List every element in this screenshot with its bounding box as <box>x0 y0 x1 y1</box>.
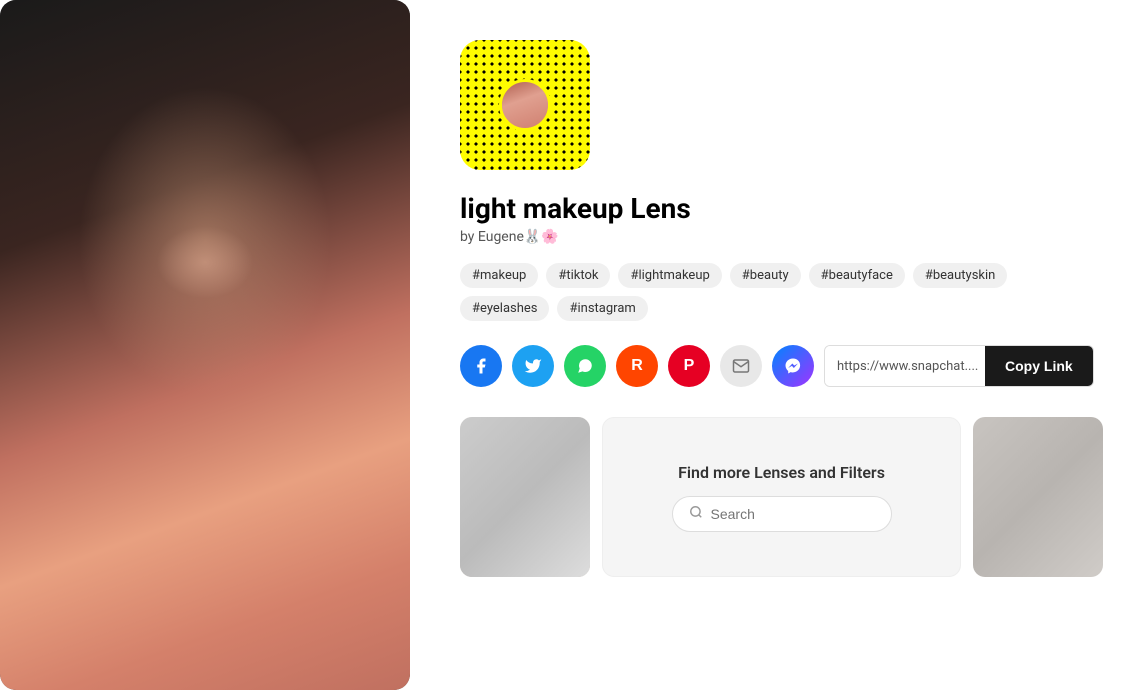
pinterest-icon: P <box>684 357 695 375</box>
tag-beautyskin[interactable]: #beautyskin <box>913 263 1007 288</box>
email-icon <box>732 357 750 375</box>
facebook-icon <box>472 357 490 375</box>
user-photo <box>0 0 410 690</box>
search-box[interactable] <box>672 496 892 532</box>
tag-lightmakeup[interactable]: #lightmakeup <box>618 263 721 288</box>
reddit-icon: R <box>631 357 643 375</box>
messenger-icon <box>784 357 802 375</box>
share-facebook-button[interactable] <box>460 345 502 387</box>
tag-instagram[interactable]: #instagram <box>557 296 647 321</box>
link-url-text: https://www.snapchat.... <box>825 346 985 386</box>
search-input[interactable] <box>711 506 875 522</box>
share-messenger-button[interactable] <box>772 345 814 387</box>
tag-tiktok[interactable]: #tiktok <box>546 263 610 288</box>
thumbnails-row: Find more Lenses and Filters <box>460 417 1103 577</box>
tag-makeup[interactable]: #makeup <box>460 263 538 288</box>
content-panel: light makeup Lens by Eugene🐰🌸 #makeup #ti… <box>410 0 1143 690</box>
photo-panel <box>0 0 410 690</box>
thumbnail-right-image <box>973 417 1103 577</box>
link-copy-container: https://www.snapchat.... Copy Link <box>824 345 1094 387</box>
discover-panel: Find more Lenses and Filters <box>602 417 961 577</box>
lens-title: light makeup Lens <box>460 192 1103 225</box>
tag-beautyface[interactable]: #beautyface <box>809 263 905 288</box>
tags-container: #makeup #tiktok #lightmakeup #beauty #beauty… <box>460 263 1103 321</box>
discover-title: Find more Lenses and Filters <box>678 463 885 482</box>
tag-eyelashes[interactable]: #eyelashes <box>460 296 549 321</box>
twitter-icon <box>524 357 542 375</box>
tag-beauty[interactable]: #beauty <box>730 263 801 288</box>
share-email-button[interactable] <box>720 345 762 387</box>
share-twitter-button[interactable] <box>512 345 554 387</box>
share-row: R P https://www.snapchat.... Copy Link <box>460 345 1103 387</box>
search-icon <box>689 505 703 523</box>
copy-link-button[interactable]: Copy Link <box>985 346 1093 386</box>
thumbnail-left <box>460 417 590 577</box>
snapcode-avatar <box>499 79 551 131</box>
whatsapp-icon <box>576 357 594 375</box>
thumbnail-right <box>973 417 1103 577</box>
share-reddit-button[interactable]: R <box>616 345 658 387</box>
thumbnail-left-image <box>460 417 590 577</box>
lens-author: by Eugene🐰🌸 <box>460 229 1103 245</box>
snapcode <box>460 40 590 170</box>
share-pinterest-button[interactable]: P <box>668 345 710 387</box>
share-whatsapp-button[interactable] <box>564 345 606 387</box>
